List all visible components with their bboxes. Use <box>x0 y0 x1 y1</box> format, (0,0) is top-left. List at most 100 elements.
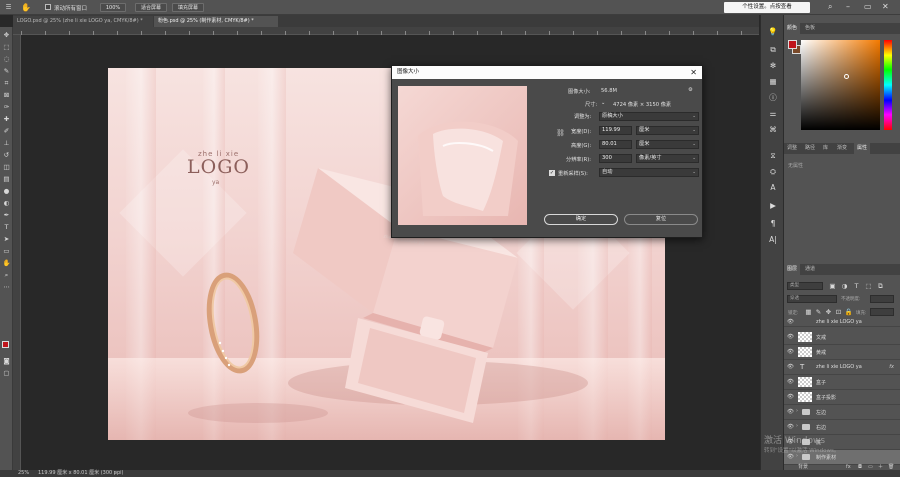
personalize-tooltip[interactable]: 个性设置。点按查看 <box>724 2 810 13</box>
libraries-icon[interactable]: ⧉ <box>768 45 778 55</box>
hue-slider[interactable] <box>884 40 892 130</box>
character-icon[interactable]: A <box>768 183 778 193</box>
background-layer-name[interactable]: 背景 <box>798 464 808 470</box>
add-mask-icon[interactable]: ◘ <box>858 464 862 470</box>
layer-kind-filter[interactable]: 类型 <box>787 282 823 290</box>
visibility-eye-icon[interactable]: 👁 <box>787 454 794 460</box>
ok-button[interactable]: 确定 <box>544 214 618 225</box>
close-icon[interactable]: ✕ <box>690 66 697 79</box>
clone-stamp-icon[interactable]: ⊥ <box>2 139 11 147</box>
actions-play-icon[interactable]: ▶ <box>768 201 778 211</box>
fit-screen-button[interactable]: 适合屏幕 <box>135 3 167 12</box>
color-picker-field[interactable] <box>801 40 880 130</box>
new-layer-icon[interactable]: ＋ <box>878 464 883 470</box>
blur-tool-icon[interactable]: ● <box>2 187 11 195</box>
tab-layers[interactable]: 图层 <box>784 264 801 275</box>
paragraph-icon[interactable]: ¶ <box>768 219 778 229</box>
layer-row[interactable]: 👁 黄戒 <box>784 345 900 360</box>
tab-adjustments[interactable]: 调整 <box>784 143 800 154</box>
filter-shape-icon[interactable]: ⬚ <box>864 282 873 290</box>
height-unit-select[interactable]: 厘米 ⌄ <box>636 140 699 149</box>
zoom-100-button[interactable]: 100% <box>100 3 126 12</box>
visibility-eye-icon[interactable]: 👁 <box>787 379 794 385</box>
eraser-tool-icon[interactable]: ◫ <box>2 163 11 171</box>
frame-tool-icon[interactable]: ⊠ <box>2 91 11 99</box>
resolution-input[interactable]: 300 <box>599 154 632 163</box>
status-expand-icon[interactable]: › <box>114 470 116 477</box>
tab-paths[interactable]: 路径 <box>802 143 818 154</box>
fit-to-select[interactable]: 原稿大小 ⌄ <box>599 112 699 121</box>
resample-checkbox[interactable]: ✓ <box>549 170 555 176</box>
status-zoom[interactable]: 25% <box>18 470 29 477</box>
brush-tool-icon[interactable]: ✐ <box>2 127 11 135</box>
restore-icon[interactable]: ▭ <box>864 2 872 11</box>
info-icon[interactable]: ⓘ <box>768 93 778 103</box>
lock-move-icon[interactable]: ✥ <box>824 308 833 316</box>
foreground-color-swatch[interactable] <box>2 341 9 348</box>
hand-tool-icon[interactable]: ✋ <box>21 3 31 12</box>
reset-button[interactable]: 复位 <box>624 214 698 225</box>
layer-row[interactable]: 👁 › 左边 <box>784 405 900 420</box>
constrain-link-icon[interactable]: ⛓ <box>556 129 565 137</box>
move-tool-icon[interactable]: ✥ <box>2 31 11 39</box>
visibility-eye-icon[interactable]: 👁 <box>787 364 794 370</box>
lock-pixels-icon[interactable]: ▦ <box>804 308 813 316</box>
brush-settings-icon[interactable]: ⌘ <box>768 125 778 135</box>
expand-caret-icon[interactable]: › <box>796 423 798 429</box>
crop-tool-icon[interactable]: ⌗ <box>2 79 11 87</box>
tab-properties[interactable]: 属性 <box>854 143 871 154</box>
path-select-icon[interactable]: ➤ <box>2 235 11 243</box>
glyphs-icon[interactable]: A| <box>768 235 778 245</box>
history-icon[interactable]: ⧖ <box>768 151 778 161</box>
lock-all-icon[interactable]: 🔒 <box>844 308 853 316</box>
tab-color[interactable]: 颜色 <box>784 23 801 34</box>
settings-gear-icon[interactable]: ⚙ <box>688 87 693 93</box>
resolution-unit-select[interactable]: 像素/英寸 ⌄ <box>636 154 699 163</box>
tab-swatches[interactable]: 色板 <box>802 23 818 34</box>
dimensions-dropdown-icon[interactable]: ⌄ <box>601 100 605 106</box>
new-group-icon[interactable]: ▭ <box>868 464 873 470</box>
clone-source-icon[interactable]: ⛭ <box>768 167 778 177</box>
filter-smart-icon[interactable]: ⧉ <box>876 282 885 290</box>
styles-icon[interactable]: ▦ <box>768 77 778 87</box>
layer-row[interactable]: 👁 盒子投影 <box>784 390 900 405</box>
lock-artboard-icon[interactable]: ⊡ <box>834 308 843 316</box>
dialog-preview[interactable] <box>398 86 527 225</box>
visibility-eye-icon[interactable]: 👁 <box>787 319 794 325</box>
rectangle-tool-icon[interactable]: ▭ <box>2 247 11 255</box>
sliders-icon[interactable]: ⚌ <box>768 109 778 119</box>
visibility-eye-icon[interactable]: 👁 <box>787 394 794 400</box>
layer-fx-badge[interactable]: fx <box>889 364 894 370</box>
pen-tool-icon[interactable]: ✒ <box>2 211 11 219</box>
more-tools-icon[interactable]: ⋯ <box>2 283 11 291</box>
scroll-all-windows-checkbox[interactable] <box>45 4 51 10</box>
photoshop-menu-icon[interactable]: ☰ <box>4 3 13 11</box>
tab-gradients[interactable]: 渐变 <box>834 143 850 154</box>
tab-channels[interactable]: 通道 <box>802 264 818 275</box>
marquee-tool-icon[interactable]: ⬚ <box>2 43 11 51</box>
close-window-icon[interactable]: ✕ <box>882 2 889 11</box>
blend-mode-select[interactable]: 穿透 <box>787 295 837 303</box>
dodge-tool-icon[interactable]: ◐ <box>2 199 11 207</box>
panel-foreground-swatch[interactable] <box>788 40 797 49</box>
filter-pixel-icon[interactable]: ▣ <box>828 282 837 290</box>
layer-row[interactable]: 👁 文戒 <box>784 330 900 345</box>
learn-icon[interactable]: 💡 <box>768 27 778 37</box>
adjustments-icon[interactable]: ✻ <box>768 61 778 71</box>
minimize-icon[interactable]: – <box>846 2 850 11</box>
filter-type-icon[interactable]: T <box>852 282 861 290</box>
delete-layer-icon[interactable]: 🗑 <box>888 464 894 470</box>
tab-libraries[interactable]: 库 <box>820 143 831 154</box>
visibility-eye-icon[interactable]: 👁 <box>787 424 794 430</box>
search-icon[interactable]: ⌕ <box>828 2 832 12</box>
color-picker-cursor[interactable] <box>844 74 849 79</box>
tab-logo-psd[interactable]: LOGO.psd @ 25% (zhe li xie LOGO ya, CMYK… <box>13 16 153 27</box>
fill-field[interactable] <box>870 308 894 316</box>
visibility-eye-icon[interactable]: 👁 <box>787 334 794 340</box>
visibility-eye-icon[interactable]: 👁 <box>787 409 794 415</box>
hand-tool-sidebar-icon[interactable]: ✋ <box>2 259 11 267</box>
eyedropper-tool-icon[interactable]: ✑ <box>2 103 11 111</box>
quick-select-tool-icon[interactable]: ✎ <box>2 67 11 75</box>
resample-method-select[interactable]: 自动 ⌄ <box>599 168 699 177</box>
type-tool-icon[interactable]: T <box>2 223 11 231</box>
